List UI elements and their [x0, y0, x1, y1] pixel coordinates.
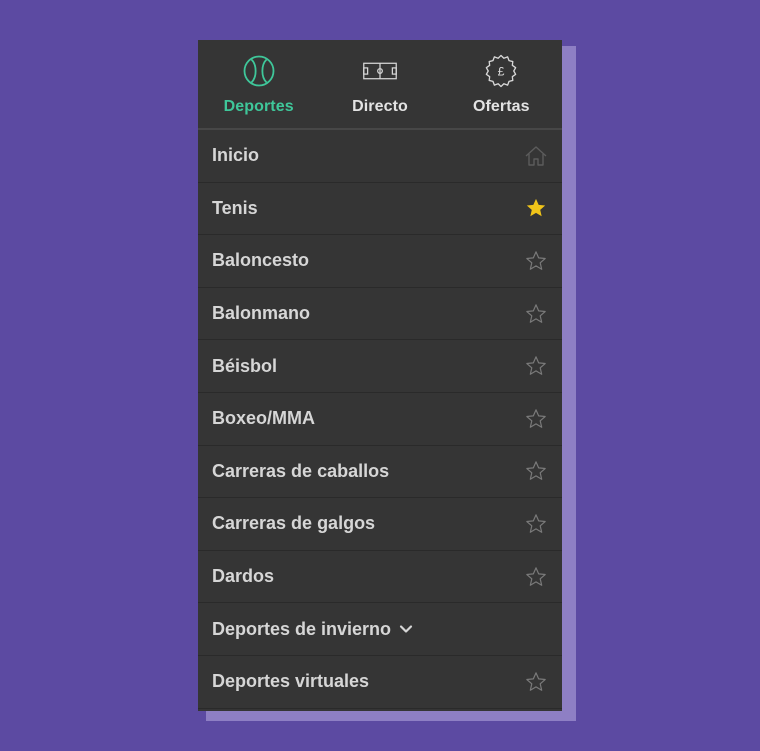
- tab-ofertas[interactable]: £ Ofertas: [441, 40, 562, 128]
- tennis-ball-icon: [242, 54, 276, 88]
- list-item-label: Baloncesto: [212, 250, 310, 271]
- svg-text:£: £: [498, 65, 505, 79]
- list-item-carreras-de-galgos[interactable]: Carreras de galgos: [198, 498, 562, 551]
- list-item-inicio[interactable]: Inicio: [198, 130, 562, 183]
- list-item-deportes-de-invierno[interactable]: Deportes de invierno: [198, 603, 562, 656]
- chevron-down-icon[interactable]: [399, 624, 413, 634]
- sports-menu-panel: Deportes Directo £ Ofertas Inicio Tenis …: [198, 40, 562, 711]
- tab-directo[interactable]: Directo: [319, 40, 440, 128]
- star-outline-icon[interactable]: [524, 302, 548, 326]
- list-item-deportes-virtuales[interactable]: Deportes virtuales: [198, 656, 562, 709]
- star-outline-icon[interactable]: [524, 670, 548, 694]
- star-outline-icon[interactable]: [524, 354, 548, 378]
- pitch-icon: [363, 54, 397, 88]
- list-item-baloncesto[interactable]: Baloncesto: [198, 235, 562, 288]
- list-item-label: Balonmano: [212, 303, 311, 324]
- star-outline-icon[interactable]: [524, 512, 548, 536]
- list-item-label-with-chevron: Deportes de invierno: [212, 619, 413, 640]
- tab-deportes[interactable]: Deportes: [198, 40, 319, 128]
- list-item-label: Deportes de invierno: [212, 618, 392, 639]
- list-item-label: Dardos: [212, 566, 275, 587]
- star-filled-icon[interactable]: [524, 196, 548, 220]
- top-nav: Deportes Directo £ Ofertas: [198, 40, 562, 130]
- list-item-balonmano[interactable]: Balonmano: [198, 288, 562, 341]
- star-outline-icon[interactable]: [524, 565, 548, 589]
- list-item-label: Béisbol: [212, 355, 278, 376]
- list-item-dardos[interactable]: Dardos: [198, 551, 562, 604]
- list-item-label: Carreras de galgos: [212, 513, 376, 534]
- list-item-carreras-de-caballos[interactable]: Carreras de caballos: [198, 446, 562, 499]
- list-item-label: Deportes virtuales: [212, 671, 370, 692]
- list-item-label: Carreras de caballos: [212, 460, 390, 481]
- list-item-tenis[interactable]: Tenis: [198, 183, 562, 236]
- pound-badge-icon: £: [484, 54, 518, 88]
- list-item-beisbol[interactable]: Béisbol: [198, 340, 562, 393]
- tab-ofertas-label: Ofertas: [472, 98, 530, 115]
- tab-directo-label: Directo: [352, 98, 408, 115]
- tab-deportes-label: Deportes: [223, 98, 294, 115]
- star-outline-icon[interactable]: [524, 407, 548, 431]
- sports-list: Inicio Tenis Baloncesto Balonmano Béisbo…: [198, 130, 562, 709]
- star-outline-icon[interactable]: [524, 459, 548, 483]
- home-icon: [524, 144, 548, 168]
- star-outline-icon[interactable]: [524, 249, 548, 273]
- list-item-label: Inicio: [212, 145, 260, 166]
- list-item-boxeo-mma[interactable]: Boxeo/MMA: [198, 393, 562, 446]
- list-item-label: Tenis: [212, 197, 258, 218]
- list-item-label: Boxeo/MMA: [212, 408, 315, 429]
